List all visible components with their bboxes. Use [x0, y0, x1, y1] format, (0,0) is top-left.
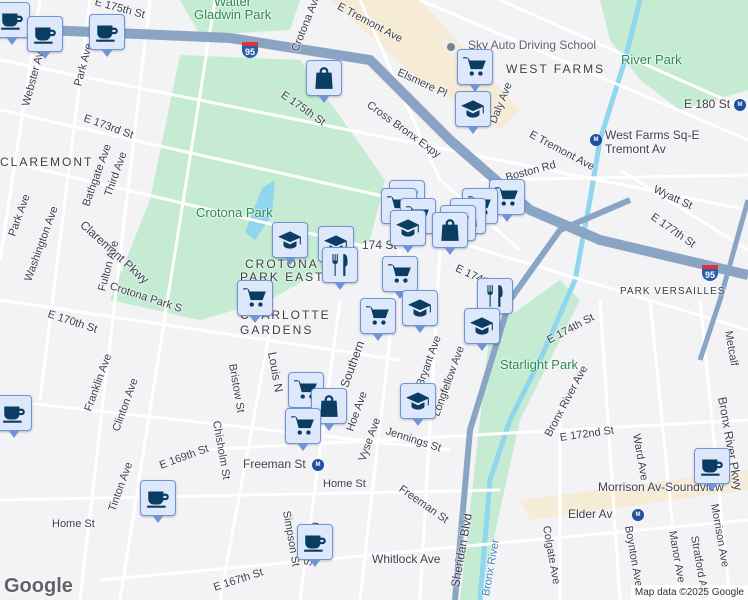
coffee-icon [0, 7, 25, 33]
neighborhood-label: GARDENS [240, 323, 314, 337]
transit-label[interactable]: E 180 St [684, 97, 730, 111]
map-attribution[interactable]: Map data ©2025 Google [630, 585, 748, 600]
transit-label[interactable]: Elder Av [568, 507, 612, 521]
interstate-95-shield: 95 [702, 265, 718, 281]
restaurant-marker[interactable] [322, 247, 358, 290]
interstate-95-shield: 95 [242, 42, 258, 58]
coffee-icon [699, 453, 725, 479]
grocery-marker[interactable] [237, 280, 273, 323]
place-pin-icon[interactable] [444, 40, 458, 54]
coffee-icon [302, 529, 328, 555]
grocery-marker[interactable] [457, 49, 493, 92]
coffee-marker[interactable] [694, 448, 730, 491]
park-label: Starlight Park [500, 357, 579, 372]
coffee-icon [1, 400, 27, 426]
neighborhood-label: WEST FARMS [506, 62, 606, 76]
park-label: Crotona Park [196, 205, 273, 220]
grocery-marker[interactable] [382, 256, 418, 299]
school-marker[interactable] [400, 383, 436, 426]
coffee-marker[interactable] [0, 2, 30, 45]
shopping-bag-icon [311, 65, 337, 91]
subway-icon[interactable]: M [734, 99, 746, 111]
graduation-cap-icon [460, 96, 486, 122]
school-marker[interactable] [390, 210, 426, 253]
subway-icon[interactable]: M [590, 134, 602, 146]
school-marker[interactable] [455, 91, 491, 134]
shopping-cart-icon [387, 261, 413, 287]
graduation-cap-icon [469, 313, 495, 339]
shopping-marker[interactable] [306, 60, 342, 103]
coffee-icon [145, 485, 171, 511]
coffee-marker[interactable] [89, 14, 125, 57]
transit-label[interactable]: Tremont Av [605, 142, 666, 156]
school-marker[interactable] [402, 290, 438, 333]
coffee-marker[interactable] [0, 395, 32, 438]
fork-knife-icon [482, 283, 508, 309]
coffee-marker[interactable] [140, 480, 176, 523]
grocery-marker[interactable] [285, 408, 321, 451]
graduation-cap-icon [405, 388, 431, 414]
neighborhood-label: PARK VERSAILLES [620, 286, 726, 297]
school-marker[interactable] [272, 222, 308, 265]
google-logo: Google [4, 575, 73, 597]
school-marker[interactable] [464, 308, 500, 351]
subway-icon[interactable]: M [312, 459, 324, 471]
graduation-cap-icon [277, 227, 303, 253]
coffee-marker[interactable] [297, 524, 333, 567]
graduation-cap-icon [395, 215, 421, 241]
subway-icon[interactable]: M [632, 509, 644, 521]
graduation-cap-icon [407, 295, 433, 321]
transit-label[interactable]: Whitlock Ave [372, 552, 440, 566]
neighborhood-label: CLAREMONT [0, 155, 94, 169]
park-label: Gladwin Park [194, 7, 272, 22]
grocery-marker[interactable] [360, 298, 396, 341]
coffee-icon [32, 21, 58, 47]
transit-label[interactable]: West Farms Sq-E [605, 128, 699, 142]
shopping-cart-icon [290, 413, 316, 439]
shopping-cart-icon [462, 54, 488, 80]
shopping-bag-icon [437, 217, 463, 243]
neighborhood-label: CROTONA [245, 257, 319, 271]
fork-knife-icon [327, 252, 353, 278]
street-label: Home St [323, 478, 366, 490]
coffee-marker[interactable] [27, 16, 63, 59]
park-label: River Park [621, 52, 682, 67]
shopping-cart-icon [365, 303, 391, 329]
transit-label[interactable]: Freeman St [243, 457, 306, 471]
coffee-icon [94, 19, 120, 45]
shopping-cart-icon [242, 285, 268, 311]
street-label: Home St [52, 518, 95, 530]
shopping-marker[interactable] [432, 212, 468, 255]
